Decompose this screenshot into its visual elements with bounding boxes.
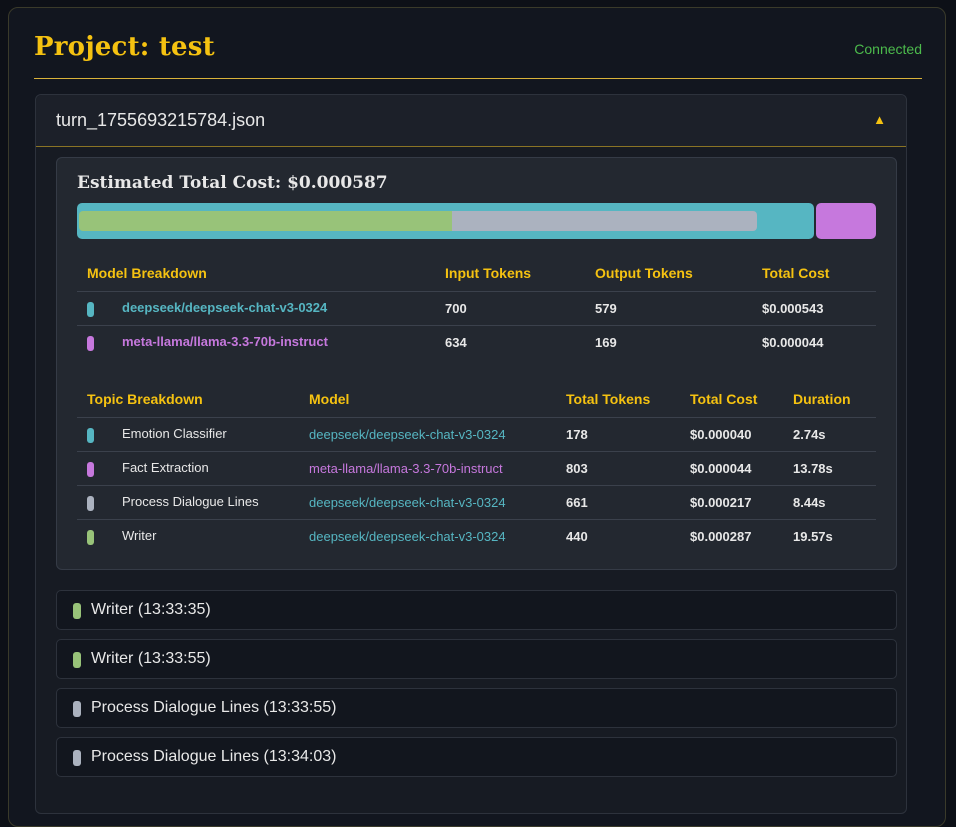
topic-model-name[interactable]: deepseek/deepseek-chat-v3-0324 [309,529,506,544]
topic-model-cell: deepseek/deepseek-chat-v3-0324 [299,417,556,452]
log-entry[interactable]: Writer (13:33:55) [56,639,897,679]
topic-color-swatch [87,495,94,511]
cost-bar-deepseek [77,203,814,239]
topic-name: Writer [122,528,157,544]
header-output-tokens: Output Tokens [585,255,752,292]
topic-duration: 8.44s [783,485,876,520]
topic-cell: Writer [77,520,299,554]
entry-color-swatch [73,750,81,766]
topic-cell: Emotion Classifier [77,417,299,452]
topic-name: Process Dialogue Lines [122,494,259,510]
file-card: turn_1755693215784.json ▲ Estimated Tota… [35,94,907,814]
topic-model-name[interactable]: meta-llama/llama-3.3-70b-instruct [309,461,503,476]
model-color-swatch [87,335,94,351]
topic-total-cost: $0.000217 [680,485,783,520]
topic-total-cost: $0.000287 [690,529,752,544]
entry-color-swatch [73,652,81,668]
page-title: Project: test [34,32,215,62]
model-name[interactable]: deepseek/deepseek-chat-v3-0324 [122,300,327,315]
output-tokens: 579 [585,291,752,326]
topic-model-cell: deepseek/deepseek-chat-v3-0324 [299,520,556,554]
header-model-breakdown: Model Breakdown [77,255,435,292]
entry-color-swatch [73,603,81,619]
topic-row: Process Dialogue Lines deepseek/deepseek-… [77,485,876,520]
topic-breakdown-table: Topic Breakdown Model Total Tokens Total… [77,381,876,553]
header-total-tokens: Total Tokens [556,381,680,418]
entry-color-swatch [73,701,81,717]
topic-cell: Fact Extraction [77,451,299,486]
connection-status: Connected [854,41,922,57]
cost-summary-card: Estimated Total Cost: $0.000587 Model Br… [56,157,897,570]
topic-total-tokens: 661 [556,485,680,520]
estimated-total-cost: Estimated Total Cost: $0.000587 [77,173,388,193]
log-entry[interactable]: Process Dialogue Lines (13:33:55) [56,688,897,728]
model-row: meta-llama/llama-3.3-70b-instruct 634 169 $… [77,326,876,360]
header-model: Model [299,381,556,418]
topic-duration: 13.78s [783,451,876,486]
cost-bar-input-segment [79,211,452,231]
input-tokens: 700 [435,291,585,326]
model-total-cost: $0.000044 [762,335,824,350]
entry-label: Process Dialogue Lines (13:33:55) [91,699,337,716]
log-entry[interactable]: Writer (13:33:35) [56,590,897,630]
model-cell: meta-llama/llama-3.3-70b-instruct [77,326,435,360]
header-topic-total-cost: Total Cost [680,381,783,418]
topic-model-name[interactable]: deepseek/deepseek-chat-v3-0324 [309,427,506,442]
entry-label: Writer (13:33:55) [91,650,211,667]
project-panel: Project: test Connected turn_17556932157… [8,7,946,827]
topic-model-name[interactable]: deepseek/deepseek-chat-v3-0324 [309,495,506,510]
topic-duration: 19.57s [793,529,833,544]
topic-color-swatch [87,529,94,545]
topic-total-tokens: 440 [566,529,588,544]
header-duration: Duration [783,381,876,418]
topic-total-cost: $0.000040 [680,417,783,452]
collapse-up-icon[interactable]: ▲ [873,112,886,127]
project-header: Project: test Connected [34,30,922,79]
topic-total-tokens: 803 [556,451,680,486]
output-tokens: 169 [595,335,617,350]
topic-cell: Process Dialogue Lines [77,485,299,520]
cost-bar-output-segment [452,211,757,231]
topic-row: Writer deepseek/deepseek-chat-v3-0324 440 $… [77,520,876,554]
topic-duration: 2.74s [783,417,876,452]
topic-total-tokens: 178 [556,417,680,452]
model-total-cost: $0.000543 [752,291,876,326]
file-header[interactable]: turn_1755693215784.json ▲ [36,95,906,147]
model-row: deepseek/deepseek-chat-v3-0324 700 579 $0.0… [77,291,876,326]
log-entry[interactable]: Process Dialogue Lines (13:34:03) [56,737,897,777]
topic-total-cost: $0.000044 [680,451,783,486]
entry-label: Writer (13:33:35) [91,601,211,618]
topic-row: Fact Extraction meta-llama/llama-3.3-70b-… [77,451,876,486]
header-total-cost: Total Cost [752,255,876,292]
model-color-swatch [87,301,94,317]
topic-color-swatch [87,427,94,443]
model-breakdown-table: Model Breakdown Input Tokens Output Toke… [77,255,876,359]
topic-model-cell: deepseek/deepseek-chat-v3-0324 [299,485,556,520]
topic-row: Emotion Classifier deepseek/deepseek-chat… [77,417,876,452]
topic-name: Emotion Classifier [122,426,227,442]
topic-color-swatch [87,461,94,477]
model-cell: deepseek/deepseek-chat-v3-0324 [77,291,435,326]
entry-label: Process Dialogue Lines (13:34:03) [91,748,337,765]
topic-model-cell: meta-llama/llama-3.3-70b-instruct [299,451,556,486]
topic-name: Fact Extraction [122,460,209,476]
header-topic-breakdown: Topic Breakdown [77,381,299,418]
input-tokens: 634 [445,335,467,350]
cost-bar-llama [816,203,876,239]
model-name[interactable]: meta-llama/llama-3.3-70b-instruct [122,334,328,349]
header-input-tokens: Input Tokens [435,255,585,292]
file-name: turn_1755693215784.json [56,110,266,130]
